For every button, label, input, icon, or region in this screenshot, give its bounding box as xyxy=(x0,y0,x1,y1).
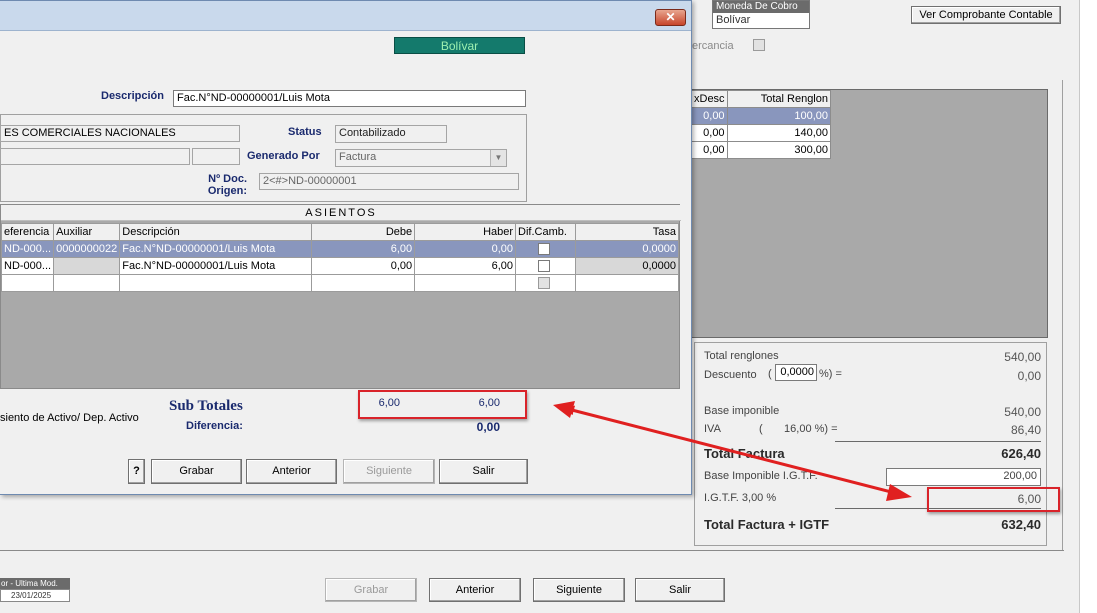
annotation-arrow-line xyxy=(564,405,900,496)
arrow-head-right xyxy=(886,484,912,501)
annotation-arrow xyxy=(553,401,912,501)
arrow-head-left xyxy=(553,401,575,418)
